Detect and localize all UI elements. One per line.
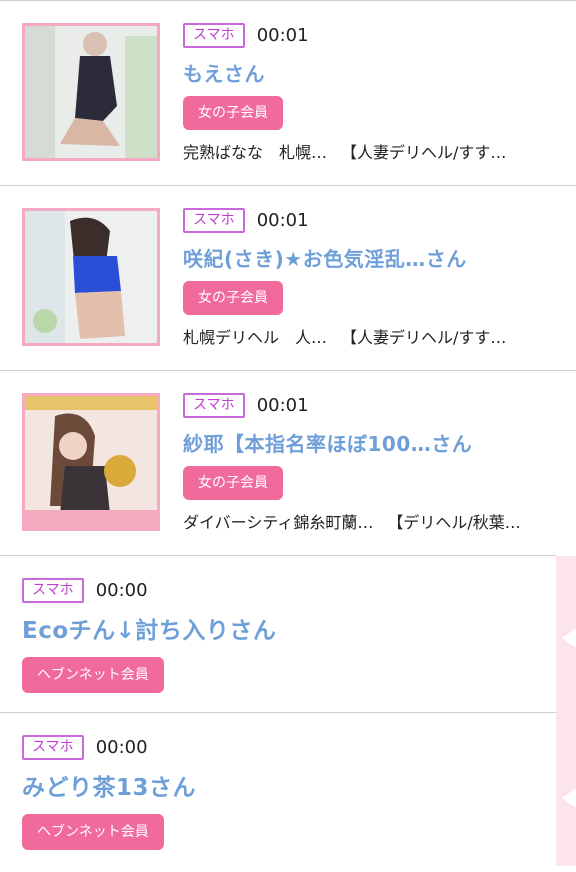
list-item[interactable]: スマホ 00:01 もえさん 女の子会員 完熟ばなな 札幌… 【人妻デリヘル/すす… bbox=[0, 0, 576, 185]
profile-photo[interactable] bbox=[22, 393, 160, 531]
shop-name-link[interactable]: 札幌デリヘル 人… bbox=[183, 328, 327, 347]
shop-name-link[interactable]: 完熟ばなな 札幌… bbox=[183, 143, 327, 162]
access-time: 00:01 bbox=[256, 210, 309, 231]
list-item[interactable]: スマホ 00:00 Ecoチん↓討ち入りさん ヘブンネット会員 bbox=[0, 555, 556, 712]
member-name-link[interactable]: 咲紀(さき)★お色気淫乱…さん bbox=[183, 243, 506, 272]
entry-info: スマホ 00:00 Ecoチん↓討ち入りさん ヘブンネット会員 bbox=[22, 578, 276, 693]
member-name-link[interactable]: Ecoチん↓討ち入りさん bbox=[22, 611, 276, 645]
profile-photo[interactable] bbox=[22, 208, 160, 346]
shop-category[interactable]: 【デリヘル/秋葉… bbox=[387, 513, 520, 532]
entry-info: スマホ 00:01 紗耶【本指名率ほぼ100…さん 女の子会員 ダイバーシティ錦… bbox=[183, 393, 521, 533]
member-type-badge: ヘブンネット会員 bbox=[22, 814, 164, 850]
device-tag: スマホ bbox=[183, 23, 245, 48]
device-tag: スマホ bbox=[183, 393, 245, 418]
shop-category[interactable]: 【人妻デリヘル/すす… bbox=[341, 143, 506, 162]
chevron-left-icon[interactable] bbox=[562, 628, 576, 648]
entry-info: スマホ 00:01 もえさん 女の子会員 完熟ばなな 札幌… 【人妻デリヘル/すす… bbox=[183, 23, 506, 163]
member-type-badge: ヘブンネット会員 bbox=[22, 657, 164, 693]
member-type-badge: 女の子会員 bbox=[183, 466, 283, 500]
photo-placeholder-icon bbox=[25, 396, 157, 528]
shop-info: 札幌デリヘル 人… 【人妻デリヘル/すす… bbox=[183, 324, 506, 348]
access-time: 00:01 bbox=[256, 25, 309, 46]
access-time: 00:00 bbox=[95, 737, 148, 758]
device-tag: スマホ bbox=[183, 208, 245, 233]
entry-info: スマホ 00:00 みどり茶13さん ヘブンネット会員 bbox=[22, 735, 196, 850]
photo-placeholder-icon bbox=[25, 211, 157, 343]
member-type-badge: 女の子会員 bbox=[183, 281, 283, 315]
member-list: スマホ 00:01 もえさん 女の子会員 完熟ばなな 札幌… 【人妻デリヘル/すす… bbox=[0, 0, 576, 872]
device-tag: スマホ bbox=[22, 578, 84, 603]
list-item[interactable]: スマホ 00:01 咲紀(さき)★お色気淫乱…さん 女の子会員 札幌デリヘル 人… bbox=[0, 185, 576, 370]
shop-name-link[interactable]: ダイバーシティ錦糸町蘭… bbox=[183, 513, 373, 532]
member-name-link[interactable]: みどり茶13さん bbox=[22, 768, 196, 802]
chevron-left-icon[interactable] bbox=[562, 788, 576, 808]
member-type-badge: 女の子会員 bbox=[183, 96, 283, 130]
side-panel-edge[interactable] bbox=[556, 556, 576, 866]
member-name-link[interactable]: 紗耶【本指名率ほぼ100…さん bbox=[183, 428, 521, 457]
list-item[interactable]: スマホ 00:00 みどり茶13さん ヘブンネット会員 bbox=[0, 712, 556, 872]
entry-info: スマホ 00:01 咲紀(さき)★お色気淫乱…さん 女の子会員 札幌デリヘル 人… bbox=[183, 208, 506, 348]
photo-placeholder-icon bbox=[25, 26, 157, 158]
access-time: 00:01 bbox=[256, 395, 309, 416]
profile-photo[interactable] bbox=[22, 23, 160, 161]
access-time: 00:00 bbox=[95, 580, 148, 601]
shop-category[interactable]: 【人妻デリヘル/すす… bbox=[341, 328, 506, 347]
shop-info: 完熟ばなな 札幌… 【人妻デリヘル/すす… bbox=[183, 139, 506, 163]
list-item[interactable]: スマホ 00:01 紗耶【本指名率ほぼ100…さん 女の子会員 ダイバーシティ錦… bbox=[0, 370, 576, 555]
device-tag: スマホ bbox=[22, 735, 84, 760]
member-name-link[interactable]: もえさん bbox=[183, 58, 506, 87]
shop-info: ダイバーシティ錦糸町蘭… 【デリヘル/秋葉… bbox=[183, 509, 521, 533]
